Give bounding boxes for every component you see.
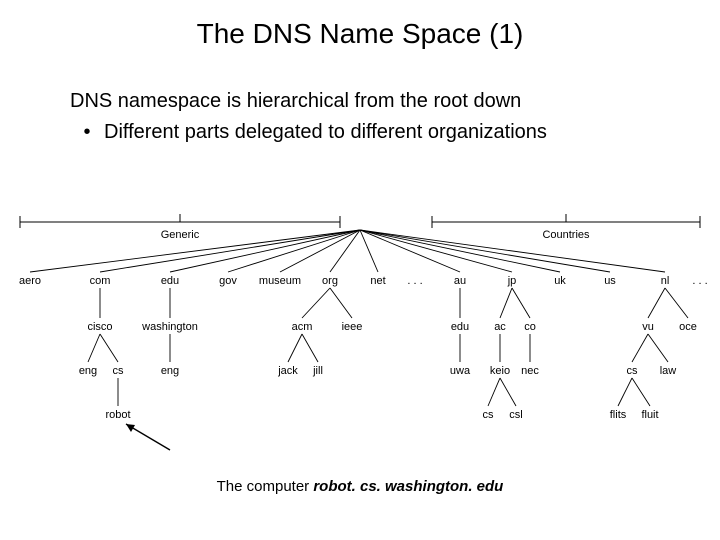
caption: The computer robot. cs. washington. edu <box>0 478 720 495</box>
node-gov: gov <box>219 275 237 287</box>
label-countries: Countries <box>542 229 590 241</box>
node-oce: oce <box>679 321 697 333</box>
node-museum: museum <box>259 275 301 287</box>
node-flits: flits <box>610 409 627 421</box>
node-eng-wash: eng <box>161 365 179 377</box>
node-jack: jack <box>277 365 298 377</box>
node-washington: washington <box>141 321 198 333</box>
node-ac: ac <box>494 321 506 333</box>
node-csl: csl <box>509 409 522 421</box>
node-co: co <box>524 321 536 333</box>
node-eng-cisco: eng <box>79 365 97 377</box>
node-au: au <box>454 275 466 287</box>
bracket-countries: Countries <box>432 214 700 241</box>
node-us: us <box>604 275 616 287</box>
page-title: The DNS Name Space (1) <box>0 0 720 50</box>
node-fluit: fluit <box>641 409 658 421</box>
node-org: org <box>322 275 338 287</box>
desc-line-1: DNS namespace is hierarchical from the r… <box>70 88 660 115</box>
node-ieee: ieee <box>342 321 363 333</box>
description-block: DNS namespace is hierarchical from the r… <box>70 88 660 146</box>
arrow-to-robot-icon <box>126 424 170 450</box>
desc-line-2: Different parts delegated to different o… <box>104 119 547 146</box>
node-uk: uk <box>554 275 566 287</box>
node-jp: jp <box>507 275 517 287</box>
ellipsis-1: . . . <box>407 275 422 287</box>
node-acm: acm <box>292 321 313 333</box>
node-edu: edu <box>161 275 179 287</box>
node-vu: vu <box>642 321 654 333</box>
node-aero: aero <box>19 275 41 287</box>
node-uwa: uwa <box>450 365 471 377</box>
node-jill: jill <box>312 365 323 377</box>
ellipsis-2: . . . <box>692 275 707 287</box>
bracket-generic: Generic <box>20 214 340 241</box>
label-generic: Generic <box>161 229 200 241</box>
bullet-icon: • <box>70 119 104 146</box>
node-com: com <box>90 275 111 287</box>
caption-address: robot. cs. washington. edu <box>313 478 503 495</box>
node-net: net <box>370 275 385 287</box>
node-nl: nl <box>661 275 670 287</box>
node-nec: nec <box>521 365 539 377</box>
node-cs-keio: cs <box>483 409 495 421</box>
node-law: law <box>660 365 677 377</box>
node-cs-cisco: cs <box>113 365 125 377</box>
dns-tree-diagram: Generic Countries aero com edu gov museu… <box>0 210 720 470</box>
node-cs-nl: cs <box>627 365 639 377</box>
node-cisco: cisco <box>87 321 112 333</box>
node-edu-au: edu <box>451 321 469 333</box>
node-robot: robot <box>105 409 130 421</box>
caption-prefix: The computer <box>217 478 314 495</box>
node-keio: keio <box>490 365 510 377</box>
